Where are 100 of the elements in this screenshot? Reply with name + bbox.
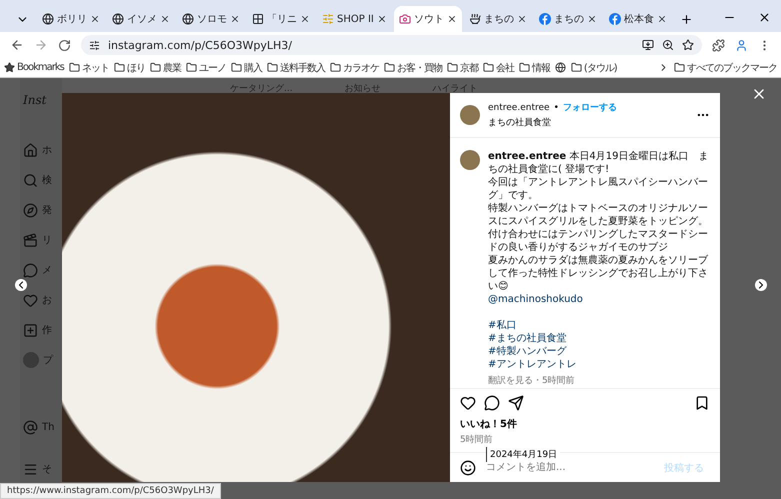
menu-icon bbox=[23, 462, 38, 476]
bookmark-item[interactable]: ほり bbox=[114, 60, 145, 74]
post-meta: 翻訳を見る・5時間前 bbox=[488, 375, 576, 388]
caption-text: 今回は「アントレアントレ風スパイシーハンバーグ」です。 bbox=[488, 176, 709, 202]
compass-icon bbox=[23, 202, 38, 218]
folder-icon bbox=[570, 62, 582, 73]
globe-icon bbox=[554, 62, 566, 73]
caption-text: 夏みかんのサラダは無農薬の夏みかんをソリーブして作った特性ドレッシングでお召し上がり下さい😊 bbox=[488, 254, 709, 293]
profile-picture bbox=[460, 105, 480, 125]
browser-tab[interactable]: まちの bbox=[464, 6, 532, 32]
date-tooltip: 2024年4月19日 bbox=[486, 447, 560, 462]
at-sign-icon bbox=[23, 420, 38, 434]
zoom-icon[interactable] bbox=[662, 39, 674, 51]
star-icon bbox=[4, 62, 15, 73]
username[interactable]: entree.entree bbox=[488, 102, 550, 112]
close-tab-icon[interactable] bbox=[90, 14, 100, 24]
bookmark-item[interactable]: Bookmarks bbox=[4, 62, 64, 73]
hashtag-link[interactable]: #まちの社員食堂 bbox=[488, 332, 710, 345]
address-bar[interactable]: instagram.com/p/C56O3WpyLH3/ bbox=[81, 35, 702, 55]
bookmark-item[interactable]: カラオケ bbox=[330, 60, 379, 74]
browser-tab[interactable]: まちの bbox=[534, 6, 602, 32]
close-tab-icon[interactable] bbox=[376, 14, 387, 24]
close-tab-icon[interactable] bbox=[656, 14, 667, 24]
browser-tab[interactable]: 「リニ bbox=[247, 6, 315, 32]
close-tab-icon[interactable] bbox=[586, 14, 597, 24]
instagram-logo: Inst bbox=[22, 92, 48, 108]
globe-icon bbox=[112, 13, 124, 25]
like-count[interactable]: いいね！5件 bbox=[460, 417, 710, 431]
bookmark-item[interactable]: 情報 bbox=[518, 60, 550, 74]
caption-text: entree.entree 本日4月19日金曜日は私口 まちの社員食堂に( 登場です! bbox=[488, 150, 710, 176]
hashtag-link[interactable]: #特製ハンバーグ bbox=[488, 345, 710, 358]
browser-tab[interactable]: 松本食 bbox=[604, 6, 672, 32]
grid-icon bbox=[252, 13, 264, 25]
folder-icon bbox=[150, 62, 161, 73]
folder-icon bbox=[266, 62, 278, 73]
site-info-icon[interactable] bbox=[89, 40, 100, 50]
close-tab-icon[interactable] bbox=[446, 14, 457, 24]
clapperboard-icon bbox=[23, 232, 38, 248]
search-icon bbox=[23, 172, 38, 188]
close-icon[interactable] bbox=[758, 11, 771, 24]
hashtag-link[interactable]: #私口 bbox=[488, 319, 710, 332]
caption-text: 特製ハンバーグはトマトベースのオリジナルソースにスパイスグリルをした夏野菜をトッピング。 bbox=[488, 202, 709, 228]
browser-tab[interactable]: イソメ bbox=[107, 6, 175, 32]
close-tab-icon[interactable] bbox=[160, 14, 170, 24]
bookmark-item[interactable]: ネット bbox=[68, 60, 109, 74]
chat-bubble-icon bbox=[23, 262, 38, 278]
next-button[interactable] bbox=[755, 279, 767, 291]
save-icon[interactable] bbox=[694, 395, 710, 411]
bookmark-item[interactable]: お客・買物 bbox=[384, 60, 442, 74]
folder-icon bbox=[68, 62, 80, 73]
emoji-icon[interactable] bbox=[460, 460, 476, 476]
folder-icon bbox=[186, 62, 197, 73]
camera-icon bbox=[398, 13, 411, 25]
bookmark-item[interactable]: すべてのブックマーク bbox=[674, 60, 777, 74]
folder-icon bbox=[384, 62, 395, 73]
browser-tab[interactable]: ボリリ bbox=[37, 6, 105, 32]
bookmark-item[interactable]: ユーノ bbox=[186, 60, 226, 74]
new-tab-icon[interactable] bbox=[680, 13, 693, 26]
caption-text: 付け合わせにはテンパリングしたマスタードシードの良い香りがするジャガイモのサブジ bbox=[488, 228, 709, 254]
extensions-icon[interactable] bbox=[712, 38, 725, 52]
browser-tab[interactable]: SHOP II bbox=[317, 6, 392, 32]
back-icon[interactable] bbox=[10, 38, 24, 52]
globe-icon bbox=[182, 13, 194, 25]
bowl-icon bbox=[468, 13, 481, 25]
post-time: 5時間前 bbox=[460, 434, 494, 446]
bookmark-item[interactable]: 購入 bbox=[230, 60, 262, 74]
profile-picture bbox=[460, 150, 480, 170]
bookmark-star-icon[interactable] bbox=[682, 39, 694, 51]
close-tab-icon[interactable] bbox=[516, 14, 527, 24]
bookmark-item[interactable]: 会社 bbox=[482, 60, 514, 74]
close-tab-icon[interactable] bbox=[230, 14, 240, 24]
bookmark-item[interactable]: 京都 bbox=[446, 60, 478, 74]
location-text[interactable]: まちの社員食堂 bbox=[488, 116, 688, 129]
bookmark-item[interactable]: 送料手数入 bbox=[266, 60, 325, 74]
mention-link[interactable]: @machinoshokudo bbox=[488, 293, 710, 306]
facebook-icon bbox=[608, 13, 621, 25]
previous-button[interactable] bbox=[15, 279, 27, 291]
plus-square-icon bbox=[23, 322, 38, 338]
bookmark-item[interactable] bbox=[554, 62, 566, 73]
folder-icon bbox=[482, 62, 494, 73]
bookmark-item[interactable]: (タウル) bbox=[570, 60, 617, 74]
bookmark-item[interactable]: 農業 bbox=[150, 60, 181, 74]
reload-icon[interactable] bbox=[58, 38, 71, 52]
folder-icon bbox=[330, 62, 341, 73]
share-icon[interactable] bbox=[508, 395, 524, 411]
globe-icon bbox=[42, 13, 54, 25]
profile-icon[interactable] bbox=[735, 38, 748, 52]
like-icon[interactable] bbox=[460, 395, 476, 411]
hashtag-link[interactable]: #アントレアントレ bbox=[488, 358, 710, 371]
browser-tab[interactable]: ソロモ bbox=[177, 6, 245, 32]
folder-icon bbox=[114, 62, 125, 73]
close-tab-icon[interactable] bbox=[300, 14, 310, 24]
install-icon[interactable] bbox=[642, 39, 654, 51]
heart-icon bbox=[23, 292, 38, 308]
folder-icon bbox=[446, 62, 458, 73]
url-text: instagram.com/p/C56O3WpyLH3/ bbox=[108, 38, 292, 52]
browser-tab[interactable]: ソウト bbox=[394, 6, 462, 32]
comment-icon[interactable] bbox=[484, 395, 500, 411]
folder-icon bbox=[518, 62, 530, 73]
status-url: https://www.instagram.com/p/C56O3WpyLH3/ bbox=[0, 483, 221, 499]
